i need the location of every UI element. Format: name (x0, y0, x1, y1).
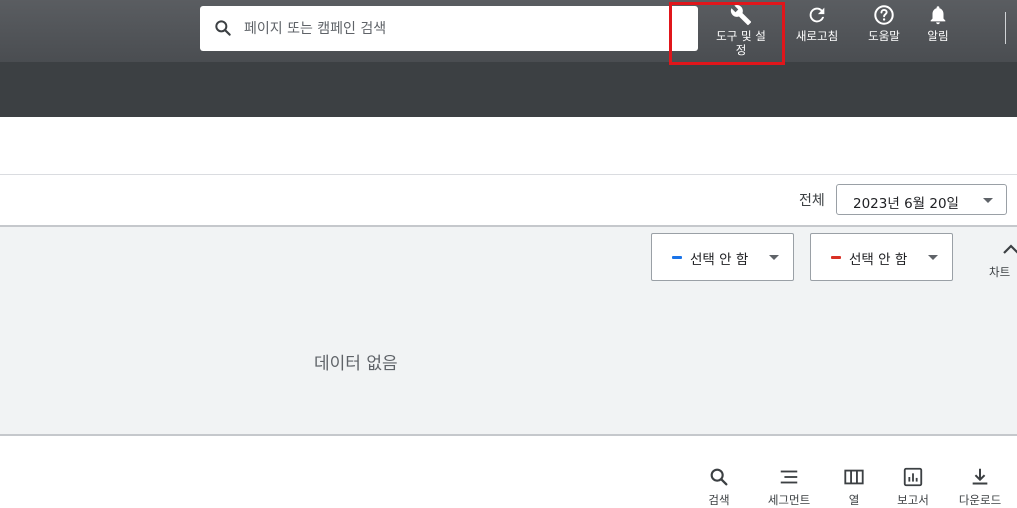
chevron-down-icon (928, 255, 938, 260)
download-button-label: 다운로드 (958, 493, 1002, 507)
search-icon (710, 468, 728, 486)
metric-selector-label: 선택 안 함 (849, 252, 908, 268)
date-range-value: 2023년 6월 20일 (853, 196, 959, 212)
search-box[interactable] (200, 6, 698, 51)
report-icon (903, 467, 923, 487)
notifications-label: 알림 (927, 29, 949, 43)
search-button[interactable]: 검색 (697, 466, 741, 508)
download-button[interactable]: 다운로드 (950, 466, 1010, 508)
search-button-label: 검색 (708, 493, 730, 507)
date-range-select[interactable]: 2023년 6월 20일 (836, 184, 1007, 215)
search-icon (215, 20, 231, 36)
header-divider (1005, 12, 1006, 44)
columns-icon (844, 469, 864, 485)
chart-collapse-button[interactable]: 차트 (986, 242, 1017, 282)
metric-color-swatch (672, 256, 682, 259)
page-header-band (0, 62, 1017, 117)
help-button[interactable]: 도움말 (860, 4, 908, 43)
notifications-button[interactable]: 알림 (920, 4, 956, 43)
report-button[interactable]: 보고서 (886, 466, 940, 508)
columns-button[interactable]: 열 (836, 466, 872, 508)
tools-settings-label-line1: 도구 및 설 (716, 29, 766, 43)
metric-color-swatch (831, 256, 841, 259)
report-button-label: 보고서 (897, 493, 929, 507)
segment-icon (780, 470, 798, 484)
help-icon (874, 5, 894, 25)
download-icon (972, 468, 988, 485)
date-range-label: 전체 (799, 193, 825, 209)
bell-icon (930, 6, 946, 25)
chevron-down-icon (769, 255, 779, 260)
help-label: 도움말 (868, 29, 900, 43)
search-input[interactable] (242, 15, 686, 43)
tools-settings-label-line2: 정 (735, 43, 747, 57)
metric-selector-label: 선택 안 함 (690, 252, 749, 268)
segment-button-label: 세그먼트 (767, 493, 811, 507)
refresh-button[interactable]: 새로고침 (789, 4, 845, 43)
chart-collapse-label: 차트 (989, 265, 1011, 279)
no-data-message: 데이터 없음 (314, 354, 398, 374)
chevron-up-icon (1003, 244, 1017, 254)
refresh-icon (809, 7, 825, 23)
refresh-label: 새로고침 (795, 29, 839, 43)
tools-settings-button[interactable]: 도구 및 설 정 (705, 4, 777, 57)
segment-button[interactable]: 세그먼트 (756, 466, 822, 508)
wrench-icon (730, 5, 752, 26)
chevron-down-icon (983, 198, 993, 203)
metric-selector-2[interactable]: 선택 안 함 (810, 233, 953, 281)
metric-selector-1[interactable]: 선택 안 함 (651, 233, 794, 281)
content-header-row (0, 117, 1017, 175)
columns-button-label: 열 (848, 493, 860, 507)
